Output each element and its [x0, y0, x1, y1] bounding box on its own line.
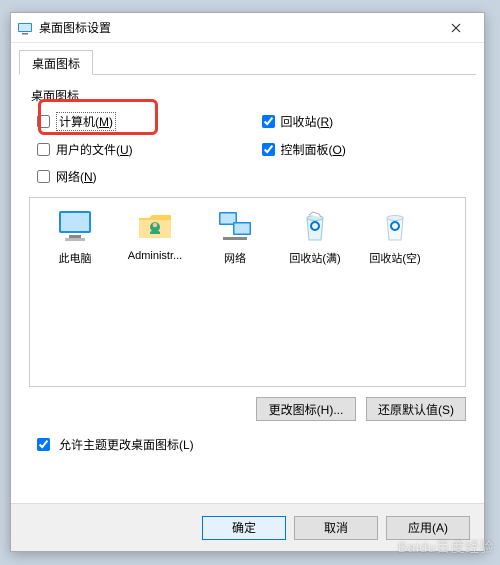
cancel-button[interactable]: 取消	[294, 516, 378, 540]
icon-network[interactable]: 网络	[196, 208, 274, 266]
checkbox-user-files-label: 用户的文件(U)	[56, 141, 133, 158]
button-label: 应用(A)	[408, 521, 448, 535]
checkbox-control-panel-label: 控制面板(O)	[281, 141, 346, 158]
desktop-icons-checkgrid: 计算机(M) 回收站(R) 用户的文件(U) 控制面板(O) 网络(N)	[29, 112, 466, 185]
restore-default-button[interactable]: 还原默认值(S)	[366, 397, 466, 421]
checkbox-allow-theme-label: 允许主题更改桌面图标(L)	[59, 436, 194, 453]
icon-recycle-bin-full[interactable]: 回收站(满)	[276, 208, 354, 266]
icon-user-folder[interactable]: Administr...	[116, 208, 194, 262]
button-label: 取消	[324, 521, 348, 535]
group-label: 桌面图标	[31, 87, 466, 104]
icon-label: 回收站(空)	[369, 250, 420, 266]
checkbox-network-label: 网络(N)	[56, 168, 97, 185]
checkbox-allow-theme[interactable]: 允许主题更改桌面图标(L)	[29, 435, 466, 454]
checkbox-recycle-bin-label: 回收站(R)	[281, 113, 334, 130]
checkbox-recycle-bin[interactable]: 回收站(R)	[262, 112, 467, 131]
close-button[interactable]	[434, 14, 478, 42]
icon-this-pc[interactable]: 此电脑	[36, 208, 114, 266]
dialog-footer: 确定 取消 应用(A)	[11, 503, 484, 551]
network-icon	[215, 208, 255, 244]
monitor-icon	[55, 208, 95, 244]
checkbox-allow-theme-input[interactable]	[37, 438, 50, 451]
icon-preview-box: 此电脑 Administr... 网络 回收站(满) 回收站(空)	[29, 197, 466, 387]
change-icon-button[interactable]: 更改图标(H)...	[256, 397, 356, 421]
icon-button-row: 更改图标(H)... 还原默认值(S)	[29, 397, 466, 421]
window-title: 桌面图标设置	[39, 19, 434, 36]
recycle-bin-full-icon	[295, 208, 335, 244]
icon-label: 回收站(满)	[289, 250, 340, 266]
apply-button[interactable]: 应用(A)	[386, 516, 470, 540]
recycle-bin-empty-icon	[375, 208, 415, 244]
icon-label: 此电脑	[59, 250, 92, 266]
checkbox-user-files-input[interactable]	[37, 143, 50, 156]
button-label: 确定	[232, 521, 256, 535]
tab-desktop-icons[interactable]: 桌面图标	[19, 50, 93, 75]
checkbox-computer-label: 计算机(M)	[56, 112, 116, 131]
icon-label: Administr...	[128, 250, 182, 262]
titlebar: 桌面图标设置	[11, 13, 484, 43]
checkbox-user-files[interactable]: 用户的文件(U)	[37, 141, 242, 158]
user-folder-icon	[135, 208, 175, 244]
close-icon	[451, 23, 461, 33]
checkbox-network[interactable]: 网络(N)	[37, 168, 242, 185]
icon-recycle-bin-empty[interactable]: 回收站(空)	[356, 208, 434, 266]
checkbox-computer-input[interactable]	[37, 115, 50, 128]
checkbox-network-input[interactable]	[37, 170, 50, 183]
checkbox-computer[interactable]: 计算机(M)	[37, 112, 242, 131]
button-label: 更改图标(H)...	[269, 403, 344, 417]
tab-label: 桌面图标	[32, 57, 80, 71]
button-label: 还原默认值(S)	[378, 403, 454, 417]
checkbox-recycle-bin-input[interactable]	[262, 115, 275, 128]
content-area: 桌面图标 计算机(M) 回收站(R) 用户的文件(U) 控制面板(O) 网络(N…	[11, 75, 484, 464]
tabstrip: 桌面图标	[19, 49, 476, 75]
icon-label: 网络	[224, 250, 246, 266]
ok-button[interactable]: 确定	[202, 516, 286, 540]
checkbox-control-panel-input[interactable]	[262, 143, 275, 156]
checkbox-control-panel[interactable]: 控制面板(O)	[262, 141, 467, 158]
app-icon	[17, 20, 33, 36]
desktop-icon-settings-window: 桌面图标设置 桌面图标 桌面图标 计算机(M) 回收站(R) 用户的文件(U)	[10, 12, 485, 552]
